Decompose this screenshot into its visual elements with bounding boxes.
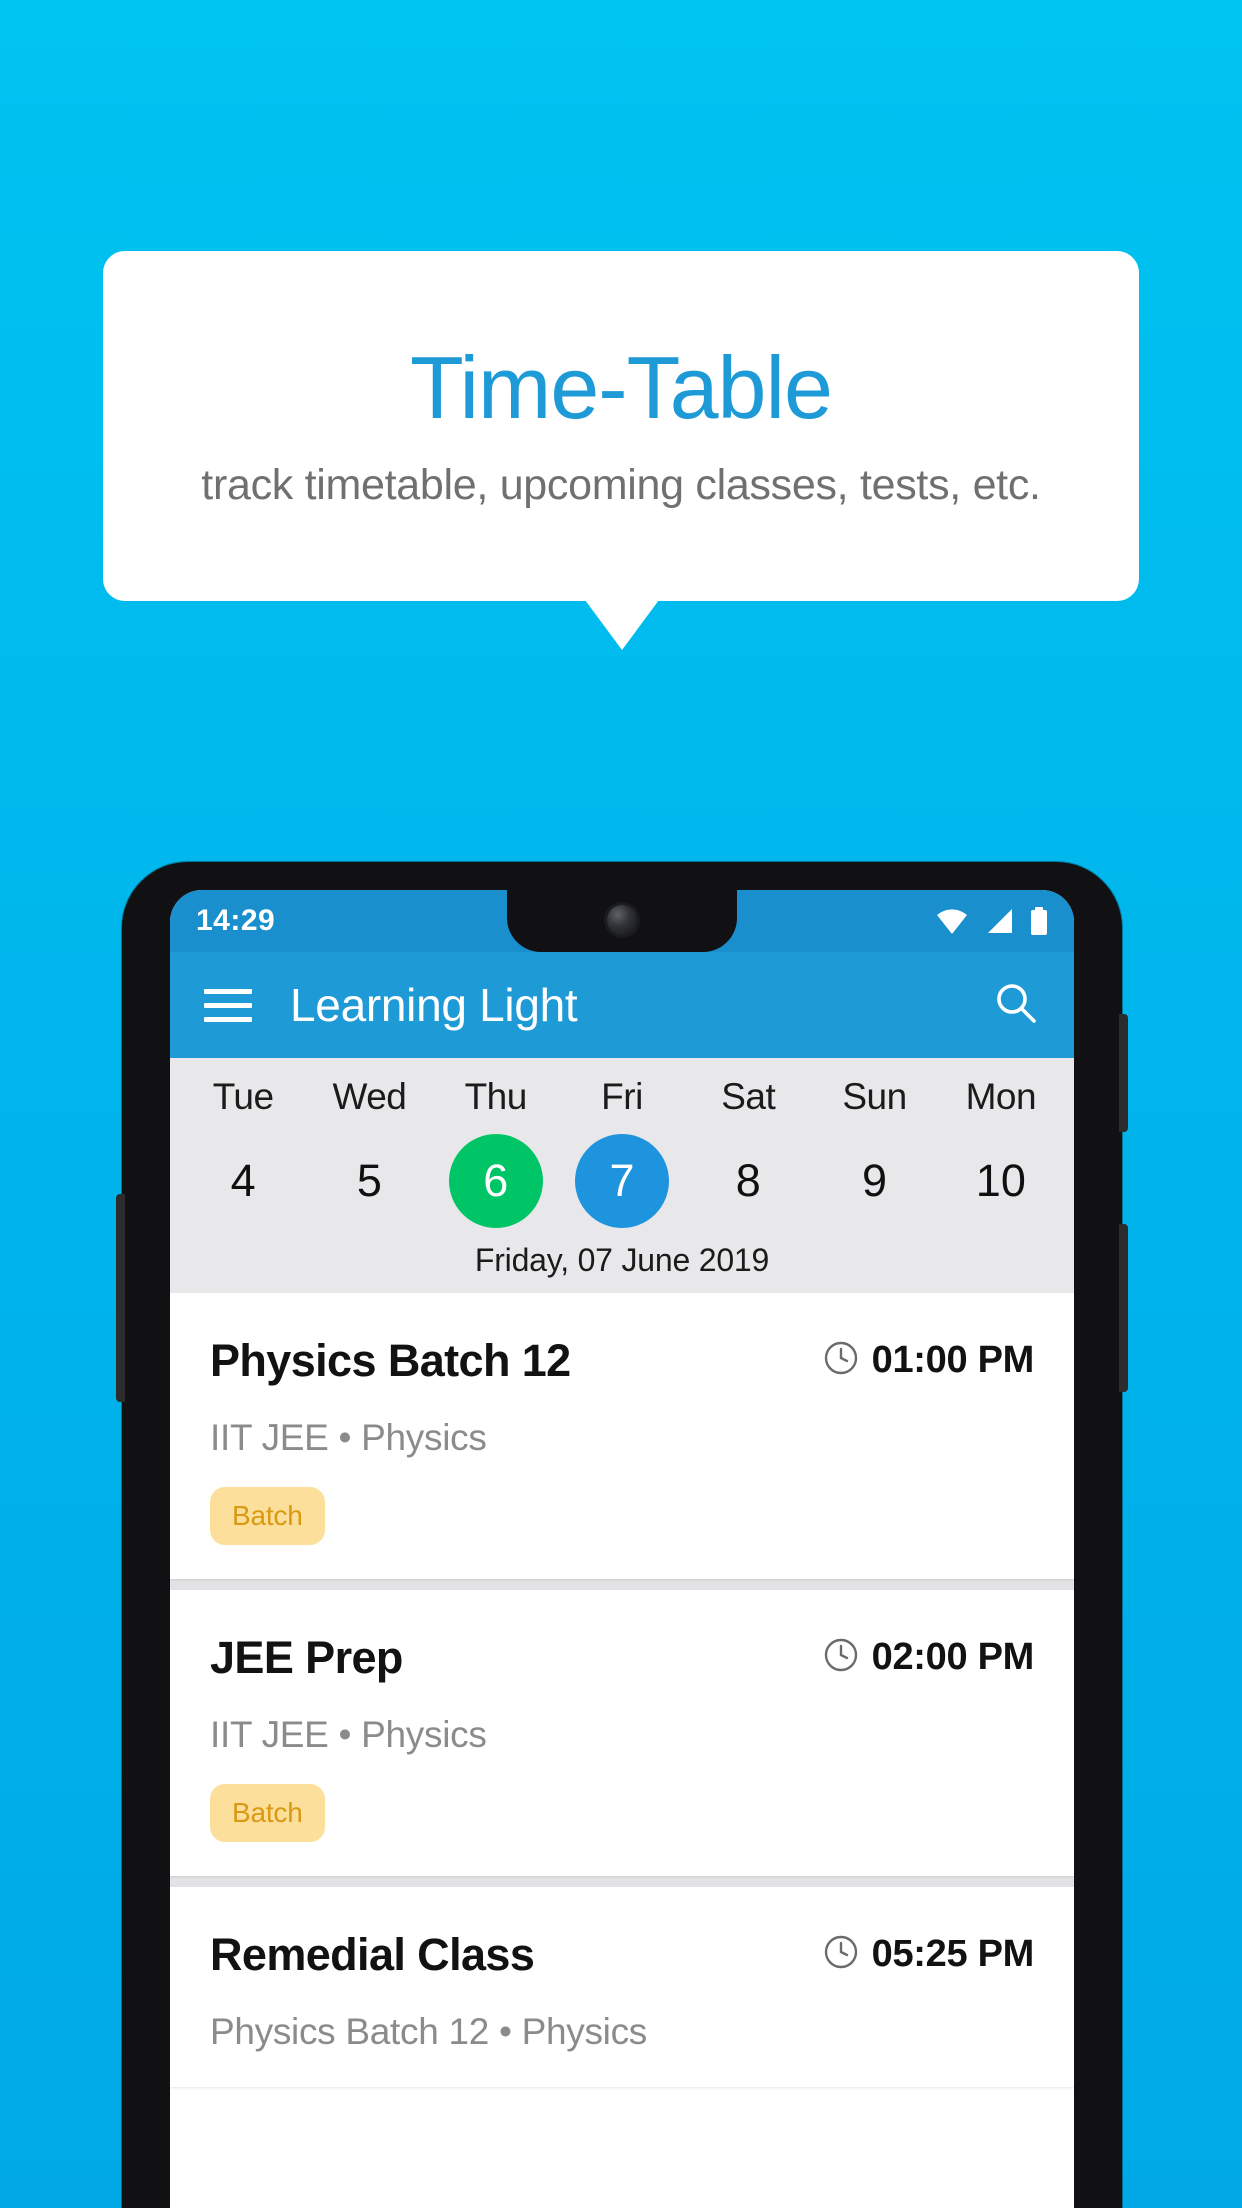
class-title: JEE Prep [210, 1632, 403, 1683]
class-card[interactable]: Physics Batch 12 01:00 PM IIT JEE • Phys… [170, 1293, 1074, 1579]
class-card-header: Remedial Class 05:25 PM [210, 1929, 1034, 1981]
day-cell-fri[interactable]: Fri [559, 1076, 685, 1118]
phone-notch [507, 890, 737, 952]
class-title: Remedial Class [210, 1929, 535, 1980]
class-card-header: Physics Batch 12 01:00 PM [210, 1335, 1034, 1387]
class-type-badge: Batch [210, 1784, 325, 1842]
day-cell-wed[interactable]: Wed [306, 1076, 432, 1118]
status-bar-clock: 14:29 [196, 904, 276, 937]
promo-bubble-tail [585, 600, 659, 650]
class-time: 05:25 PM [871, 1933, 1035, 1975]
menu-bar-3 [204, 1016, 252, 1022]
phone-power-button[interactable] [1119, 1014, 1128, 1132]
date-number: 10 [975, 1155, 1026, 1206]
day-label: Sat [721, 1076, 776, 1117]
day-cell-thu[interactable]: Thu [433, 1076, 559, 1118]
class-subtitle: IIT JEE • Physics [210, 1714, 487, 1755]
class-tag-row: Batch [210, 1487, 1034, 1545]
day-label: Tue [212, 1076, 274, 1117]
menu-bar-1 [204, 988, 252, 994]
app-title: Learning Light [290, 979, 578, 1031]
class-subtitle: Physics Batch 12 • Physics [210, 2011, 647, 2052]
clock-icon [823, 1637, 859, 1678]
class-time-group: 02:00 PM [823, 1632, 1034, 1679]
day-label: Fri [601, 1076, 643, 1117]
menu-bar-2 [204, 1002, 252, 1008]
date-cell-8[interactable]: 8 [685, 1134, 811, 1228]
class-card[interactable]: JEE Prep 02:00 PM IIT JEE • Physics Batc… [170, 1590, 1074, 1876]
promo-screenshot: Time-Table track timetable, upcoming cla… [0, 0, 1242, 2208]
date-number: 9 [862, 1155, 888, 1206]
day-cell-mon[interactable]: Mon [938, 1076, 1064, 1118]
date-number-selected: 7 [574, 1134, 669, 1228]
wifi-icon [936, 908, 968, 934]
date-strip: Tue Wed Thu Fri Sat Sun Mon 4 5 6 7 8 9 … [170, 1058, 1074, 1293]
date-cell-4[interactable]: 4 [180, 1134, 306, 1228]
status-bar-icons [936, 907, 1048, 935]
day-label: Wed [332, 1076, 407, 1117]
class-card[interactable]: Remedial Class 05:25 PM Physics Batch 12… [170, 1887, 1074, 2087]
class-time: 01:00 PM [871, 1339, 1035, 1381]
date-cell-6[interactable]: 6 [433, 1134, 559, 1228]
class-title: Physics Batch 12 [210, 1335, 571, 1386]
date-cell-5[interactable]: 5 [306, 1134, 432, 1228]
battery-icon [1030, 907, 1048, 935]
phone-screen: 14:29 Learning Light Tue Wed Thu Fri Sat… [170, 890, 1074, 2208]
day-label: Thu [464, 1076, 528, 1117]
class-time-group: 05:25 PM [823, 1929, 1034, 1976]
front-camera-icon [607, 905, 637, 935]
phone-volume-button-left[interactable] [116, 1194, 125, 1402]
class-list: Physics Batch 12 01:00 PM IIT JEE • Phys… [170, 1293, 1074, 2087]
date-number-row: 4 5 6 7 8 9 10 [170, 1134, 1074, 1228]
date-cell-10[interactable]: 10 [938, 1134, 1064, 1228]
date-cell-7[interactable]: 7 [559, 1134, 685, 1228]
date-number: 8 [735, 1155, 761, 1206]
class-time: 02:00 PM [871, 1636, 1035, 1678]
class-subtitle: IIT JEE • Physics [210, 1417, 487, 1458]
day-label: Mon [965, 1076, 1037, 1117]
date-number: 5 [356, 1155, 382, 1206]
class-tag-row: Batch [210, 1784, 1034, 1842]
promo-title: Time-Table [410, 338, 833, 438]
date-number-today: 6 [448, 1134, 543, 1228]
phone-mockup: 14:29 Learning Light Tue Wed Thu Fri Sat… [116, 862, 1128, 2208]
date-cell-9[interactable]: 9 [811, 1134, 937, 1228]
day-cell-tue[interactable]: Tue [180, 1076, 306, 1118]
hamburger-menu-icon[interactable] [204, 988, 252, 1022]
cellular-signal-icon [985, 908, 1013, 934]
class-time-group: 01:00 PM [823, 1335, 1034, 1382]
search-icon[interactable] [992, 979, 1040, 1032]
day-cell-sat[interactable]: Sat [685, 1076, 811, 1118]
day-cell-sun[interactable]: Sun [811, 1076, 937, 1118]
class-card-header: JEE Prep 02:00 PM [210, 1632, 1034, 1684]
app-bar: Learning Light [170, 952, 1074, 1058]
day-label: Sun [842, 1076, 907, 1117]
promo-bubble: Time-Table track timetable, upcoming cla… [103, 251, 1139, 601]
clock-icon [823, 1934, 859, 1975]
day-label-row: Tue Wed Thu Fri Sat Sun Mon [170, 1076, 1074, 1118]
clock-icon [823, 1340, 859, 1381]
phone-volume-button-right[interactable] [1119, 1224, 1128, 1392]
date-number: 4 [230, 1155, 256, 1206]
class-type-badge: Batch [210, 1487, 325, 1545]
selected-date-label: Friday, 07 June 2019 [474, 1242, 770, 1278]
promo-subtitle: track timetable, upcoming classes, tests… [201, 460, 1041, 509]
